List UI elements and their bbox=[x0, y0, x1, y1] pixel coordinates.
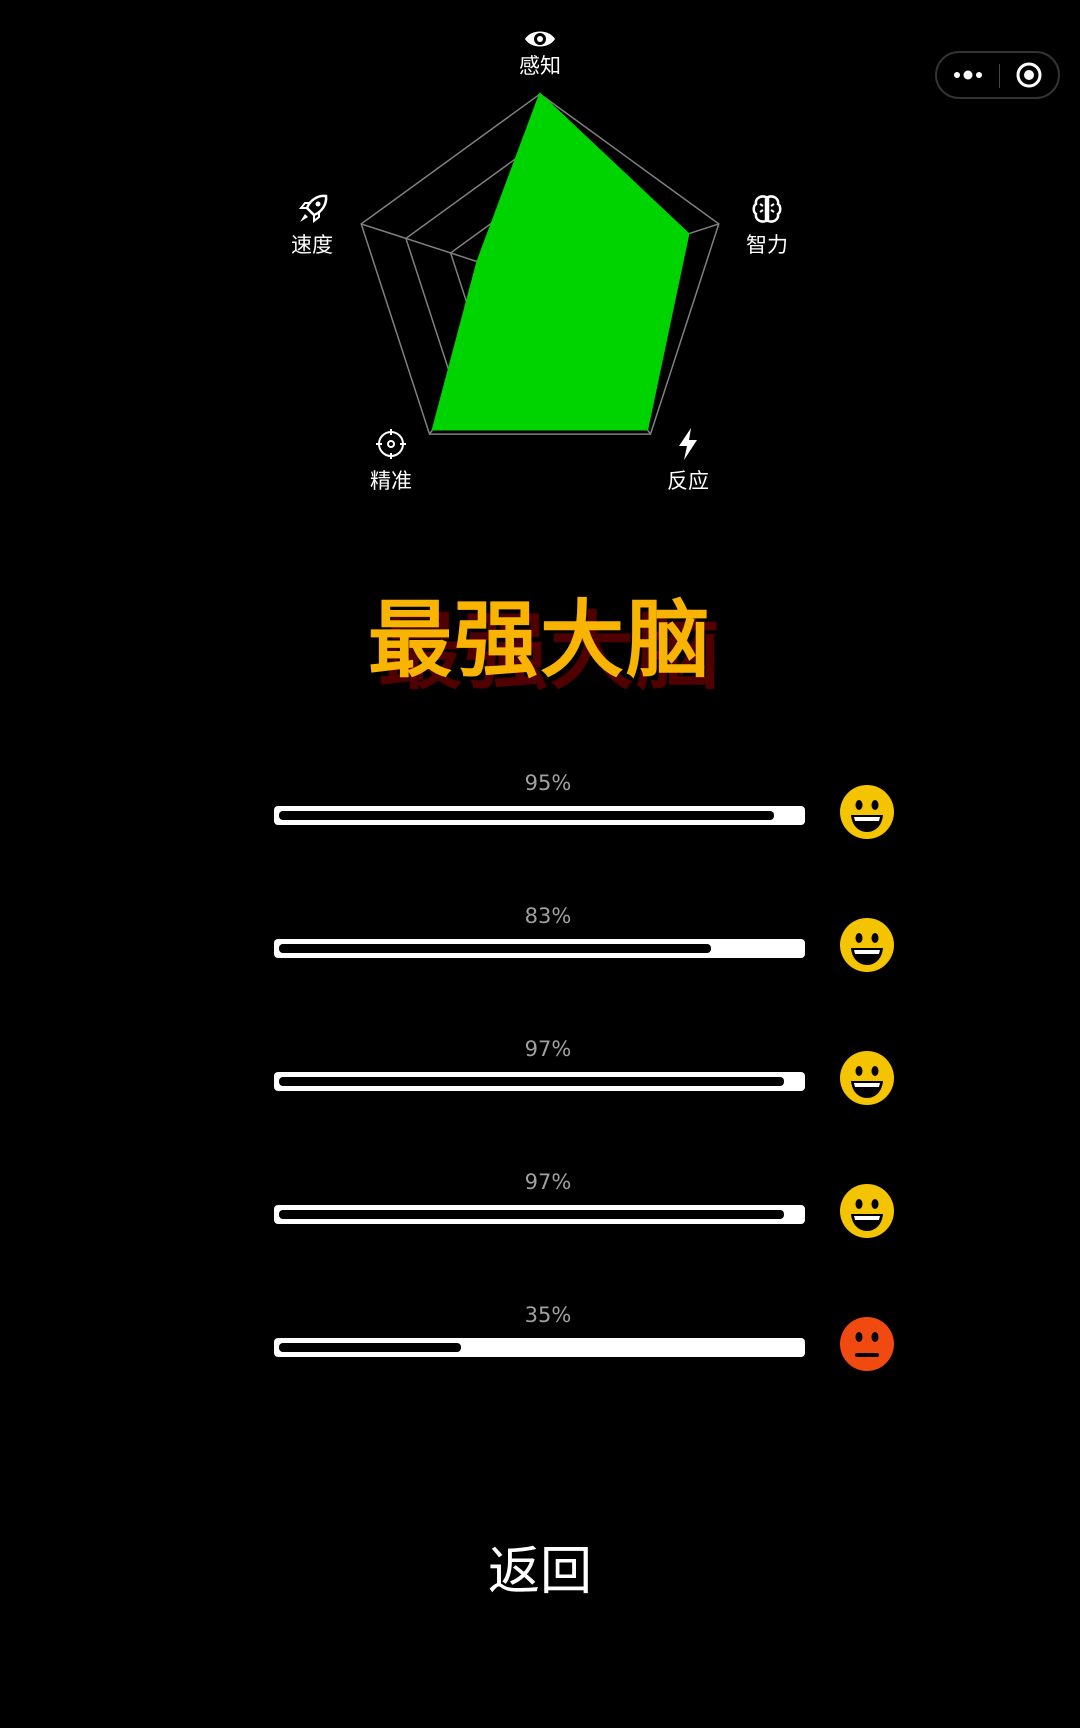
score-row: 97% bbox=[0, 1169, 1080, 1269]
score-percent: 35% bbox=[524, 1303, 572, 1327]
score-percent: 83% bbox=[524, 904, 572, 928]
progress-bar bbox=[274, 1338, 805, 1357]
happy-face-icon bbox=[840, 1051, 894, 1105]
brain-icon bbox=[752, 195, 782, 223]
happy-face-icon bbox=[840, 1184, 894, 1238]
progress-bar bbox=[274, 1205, 805, 1224]
progress-fill bbox=[279, 1343, 461, 1352]
score-row: 95% bbox=[0, 770, 1080, 870]
progress-bar bbox=[274, 1072, 805, 1091]
axis-label-reaction: 反应 bbox=[667, 469, 709, 493]
score-percent: 95% bbox=[524, 771, 572, 795]
radar-chart: 感知 智力 反应 精准 速度 bbox=[0, 0, 1080, 500]
crosshair-icon bbox=[376, 429, 406, 459]
lightning-icon bbox=[679, 428, 697, 460]
progress-bar bbox=[274, 806, 805, 825]
axis-label-perception: 感知 bbox=[519, 54, 561, 78]
progress-fill bbox=[279, 811, 774, 820]
score-percent: 97% bbox=[524, 1037, 572, 1061]
result-title: 最强大脑 bbox=[367, 591, 712, 689]
progress-fill bbox=[279, 1210, 784, 1219]
progress-bar bbox=[274, 939, 805, 958]
axis-label-speed: 速度 bbox=[291, 233, 333, 257]
eye-icon bbox=[525, 31, 555, 47]
progress-fill bbox=[279, 944, 711, 953]
happy-face-icon bbox=[840, 785, 894, 839]
rocket-icon bbox=[298, 194, 328, 224]
score-row: 83% bbox=[0, 903, 1080, 1003]
neutral-face-icon bbox=[840, 1317, 894, 1371]
axis-label-intelligence: 智力 bbox=[746, 233, 788, 257]
axis-label-precision: 精准 bbox=[370, 469, 412, 493]
back-button[interactable]: 返回 bbox=[440, 1535, 640, 1610]
score-percent: 97% bbox=[524, 1170, 572, 1194]
score-row: 97% bbox=[0, 1036, 1080, 1136]
score-row: 35% bbox=[0, 1302, 1080, 1402]
progress-fill bbox=[279, 1077, 784, 1086]
happy-face-icon bbox=[840, 918, 894, 972]
